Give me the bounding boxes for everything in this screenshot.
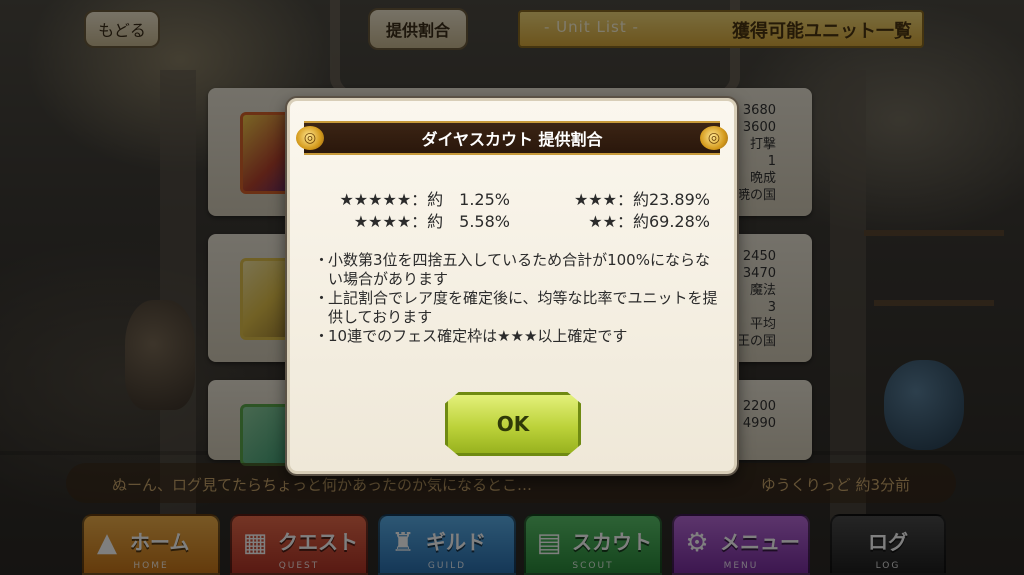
rate-5-star: ★★★★★：約 1.25% <box>339 190 510 209</box>
dialog-title: ダイヤスカウト 提供割合 <box>421 130 603 149</box>
ornament-icon: ◎ <box>296 126 324 150</box>
ok-button[interactable]: OK <box>445 392 581 456</box>
bullet: ・ <box>314 251 330 269</box>
rates-dialog: ◎ ダイヤスカウト 提供割合 ◎ ★★★★★：約 1.25% ★★★★：約 5.… <box>287 98 737 474</box>
rate-3-star: ★★★：約23.89% <box>573 190 710 209</box>
rates-notes: ・ 小数第3位を四捨五入しているため合計が100%にならない場合があります ・ … <box>314 251 724 346</box>
dialog-title-bar: ◎ ダイヤスカウト 提供割合 ◎ <box>296 121 728 155</box>
note-text: 上記割合でレア度を確定後に、均等な比率でユニットを提供しております <box>328 289 718 326</box>
note-text: 小数第3位を四捨五入しているため合計が100%にならない場合があります <box>328 251 710 288</box>
bullet: ・ <box>314 289 330 307</box>
rate-2-star: ★★：約69.28% <box>588 212 710 231</box>
ornament-icon: ◎ <box>700 126 728 150</box>
rate-4-star: ★★★★：約 5.58% <box>353 212 510 231</box>
note-item: ・ 小数第3位を四捨五入しているため合計が100%にならない場合があります <box>314 251 724 289</box>
note-text: 10連でのフェス確定枠は★★★以上確定です <box>328 327 628 345</box>
note-item: ・ 上記割合でレア度を確定後に、均等な比率でユニットを提供しております <box>314 289 724 327</box>
bullet: ・ <box>314 327 330 345</box>
note-item: ・ 10連でのフェス確定枠は★★★以上確定です <box>314 327 724 346</box>
